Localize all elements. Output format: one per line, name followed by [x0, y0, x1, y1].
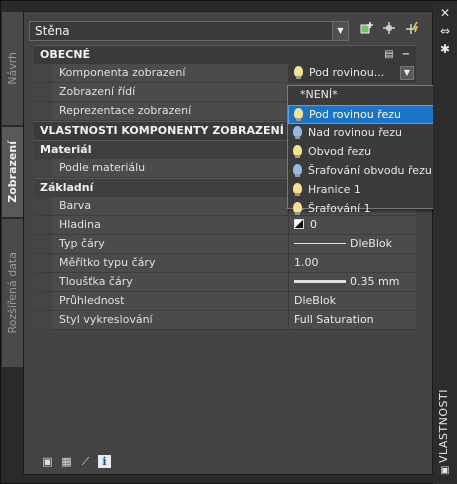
property-name: Typ čáry — [52, 235, 289, 253]
section-title: Materiál — [40, 143, 92, 156]
property-row[interactable]: Komponenta zobrazení Pod rovinou... ▼ — [34, 64, 416, 83]
dropdown-item[interactable]: Šrafování 1 — [288, 200, 438, 219]
palette-title: VLASTNOSTI — [437, 389, 450, 463]
property-value: DleBlok — [350, 237, 392, 250]
property-row[interactable]: Styl vykreslování Full Saturation — [34, 311, 416, 330]
property-name: Průhlednost — [52, 292, 289, 310]
dropdown-item-selected[interactable]: Pod rovinou řezu — [288, 105, 438, 124]
dropdown-item[interactable]: Obvod řezu — [288, 143, 438, 162]
display-component-dropdown[interactable]: *NENÍ* Pod rovinou řezu Nad rovinou řezu… — [287, 85, 439, 215]
property-row[interactable]: Měřítko typu čáry 1.00 — [34, 254, 416, 273]
tab-navrh[interactable]: Návrh — [1, 11, 24, 126]
section-obecne-title: OBECNÉ — [40, 48, 91, 61]
tab-navrh-label: Návrh — [6, 52, 19, 85]
section-title: VLASTNOSTI KOMPONENTY ZOBRAZENÍ — [40, 124, 284, 137]
property-row[interactable]: Tloušťka čáry 0.35 mm — [34, 273, 416, 292]
chevron-down-icon[interactable]: ▼ — [400, 66, 414, 80]
property-name: Styl vykreslování — [52, 311, 289, 329]
bulb-yellow-icon — [293, 202, 302, 215]
property-value[interactable]: DleBlok — [289, 292, 416, 310]
edit-style-icon[interactable]: ▦ — [60, 455, 73, 468]
bulb-yellow-icon — [293, 183, 302, 196]
property-name: Tloušťka čáry — [52, 273, 289, 291]
property-name: Hladina — [52, 216, 289, 234]
properties-palette: Návrh Zobrazení Rozšířená data Stěna ▼ O… — [0, 0, 457, 484]
tab-rozsirena-data[interactable]: Rozšířená data — [1, 218, 24, 368]
bulb-yellow-icon — [293, 145, 302, 158]
bulb-blue-icon — [293, 164, 302, 177]
palette-menu-icon[interactable]: ▣ — [439, 465, 451, 477]
dropdown-item[interactable]: Šrafování obvodu řezu — [288, 162, 438, 181]
property-name: Podle materiálu — [52, 159, 289, 177]
property-value: Pod rovinou... — [309, 66, 385, 79]
tab-zobrazeni-label: Zobrazení — [6, 141, 19, 203]
layer-icon — [294, 219, 304, 229]
bulb-blue-icon — [293, 126, 302, 139]
gear-icon[interactable]: ✱ — [439, 43, 451, 55]
bottom-toolbar: ▣ ▦ ⟋ i — [41, 455, 111, 468]
object-type-value: Stěna — [35, 24, 70, 38]
property-row[interactable]: Průhlednost DleBlok — [34, 292, 416, 311]
property-row[interactable]: Typ čáry DleBlok — [34, 235, 416, 254]
info-icon[interactable]: i — [98, 455, 111, 468]
bulb-yellow-icon — [294, 108, 303, 121]
property-name: Reprezentace zobrazení — [52, 102, 289, 120]
property-value: 0.35 mm — [350, 275, 400, 288]
property-value: 0 — [310, 218, 317, 231]
linetype-value[interactable]: DleBlok — [289, 235, 416, 253]
dropdown-item[interactable]: *NENÍ* — [288, 86, 438, 105]
auto-hide-icon[interactable]: ⇔ — [439, 25, 451, 37]
dropdown-item[interactable]: Nad rovinou řezu — [288, 124, 438, 143]
dropdown-item[interactable]: Hranice 1 — [288, 181, 438, 200]
property-value[interactable]: Full Saturation — [289, 311, 416, 329]
calculator-icon[interactable]: ▤ — [384, 49, 393, 61]
paintbrush-icon[interactable]: ⟋ — [79, 455, 92, 468]
select-similar-icon[interactable]: ▣ — [41, 455, 54, 468]
object-type-select[interactable]: Stěna ▼ — [29, 21, 349, 41]
property-name: Měřítko typu čáry — [52, 254, 289, 272]
toggle-pickadd-button[interactable] — [403, 21, 423, 41]
property-name: Komponenta zobrazení — [52, 64, 289, 82]
property-name: Zobrazení řídí — [52, 83, 289, 101]
bulb-yellow-icon — [294, 66, 303, 79]
section-title: Základní — [40, 181, 94, 194]
chevron-down-icon[interactable]: ▼ — [332, 22, 348, 40]
display-component-value[interactable]: Pod rovinou... ▼ — [289, 64, 416, 82]
palette-titlebar[interactable]: ✕ ⇔ ✱ VLASTNOSTI ▣ — [433, 1, 457, 484]
lineweight-preview — [294, 280, 346, 283]
property-name: Barva — [52, 197, 289, 215]
select-objects-button[interactable] — [379, 21, 399, 41]
tab-zobrazeni[interactable]: Zobrazení — [1, 126, 24, 218]
property-value[interactable]: 1.00 — [289, 254, 416, 272]
collapse-icon[interactable]: − — [402, 49, 410, 61]
quick-select-button[interactable] — [357, 21, 377, 41]
linetype-preview — [294, 243, 346, 244]
section-obecne[interactable]: OBECNÉ ▤ − — [34, 45, 416, 64]
tab-rozsirena-data-label: Rozšířená data — [6, 252, 19, 334]
close-icon[interactable]: ✕ — [439, 7, 451, 19]
lineweight-value[interactable]: 0.35 mm — [289, 273, 416, 291]
